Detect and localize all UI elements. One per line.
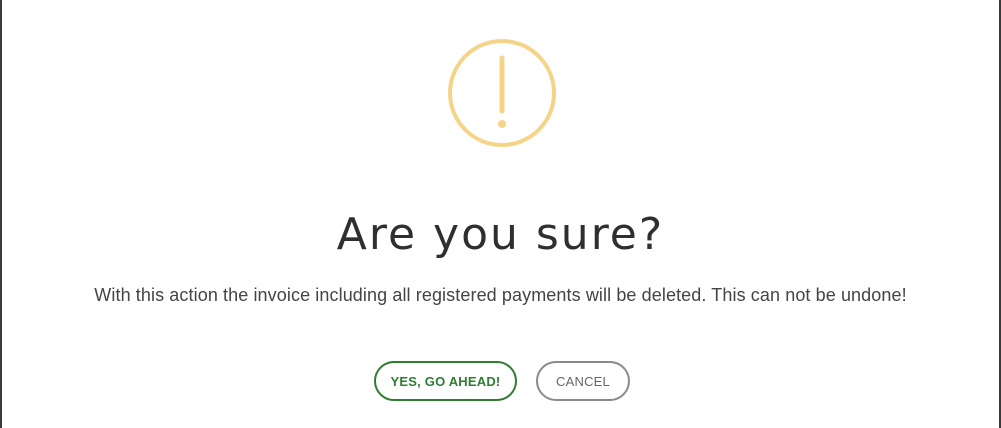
dialog-message: With this action the invoice including a… xyxy=(94,285,907,305)
warning-exclamation-icon xyxy=(448,39,556,147)
confirm-dialog: Are you sure? With this action the invoi… xyxy=(0,0,1001,428)
dialog-title: Are you sure? xyxy=(336,209,665,260)
confirm-button[interactable]: YES, GO AHEAD! xyxy=(374,361,517,401)
cancel-button[interactable]: CANCEL xyxy=(536,361,630,401)
